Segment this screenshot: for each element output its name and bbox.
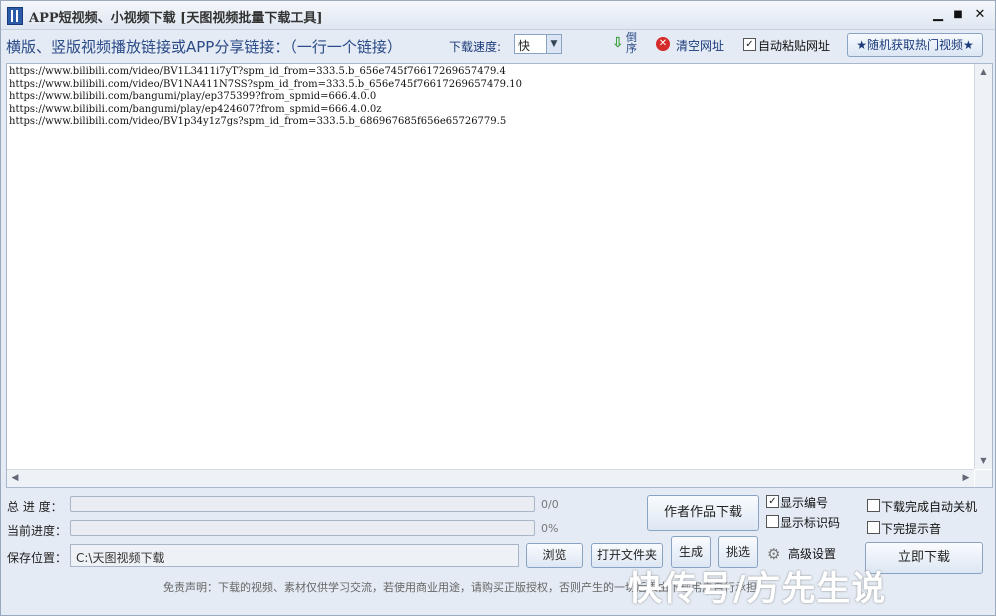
minimize-button[interactable]: ▁: [927, 5, 949, 25]
show-number-label: 显示编号: [780, 496, 829, 510]
scroll-left-icon[interactable]: ◀: [7, 470, 23, 487]
scroll-up-icon[interactable]: ▲: [975, 64, 992, 80]
clear-icon: ✕: [656, 37, 670, 51]
window-title: APP短视频、小视频下载 [天图视频批量下载工具]: [29, 11, 323, 26]
scrollbar-corner: [975, 470, 992, 487]
show-number-checkbox[interactable]: ✓: [766, 495, 779, 508]
advanced-settings-button[interactable]: 高级设置: [788, 545, 836, 562]
url-line: https://www.bilibili.com/video/BV1L3411i…: [9, 66, 506, 77]
maximize-button[interactable]: ■: [947, 5, 969, 25]
toolbar: 横版、竖版视频播放链接或APP分享链接：（一行一个链接） 下载速度: 快 ▼ ⇩…: [1, 31, 995, 59]
show-id-label: 显示标识码: [780, 516, 841, 530]
app-window: APP短视频、小视频下载 [天图视频批量下载工具] ▁ ■ ✕ 横版、竖版视频播…: [0, 0, 996, 616]
close-button[interactable]: ✕: [969, 5, 991, 25]
auto-shutdown-checkbox[interactable]: [867, 499, 880, 512]
scroll-down-icon[interactable]: ▼: [975, 453, 992, 469]
reverse-label: 倒序: [626, 31, 637, 55]
total-progress-text: 0/0: [541, 498, 559, 511]
input-hint-label: 横版、竖版视频播放链接或APP分享链接：（一行一个链接）: [6, 38, 402, 56]
save-path-field[interactable]: C:\天图视频下载: [70, 544, 519, 567]
speed-value: 快: [518, 39, 531, 53]
autopaste-label: 自动粘贴网址: [758, 39, 831, 53]
save-location-label: 保存位置：: [7, 551, 68, 565]
horizontal-scrollbar[interactable]: ◀ ▶: [7, 469, 974, 487]
watermark-text: 快传号/方先生说: [628, 569, 887, 609]
save-path-value: C:\天图视频下载: [76, 551, 165, 565]
url-line: https://www.bilibili.com/bangumi/play/ep…: [9, 91, 377, 102]
random-hot-videos-button[interactable]: ★随机获取热门视频★: [847, 33, 983, 57]
current-progress-label: 当前进度：: [7, 524, 68, 538]
total-progress-bar: [70, 496, 535, 512]
author-works-download-button[interactable]: 作者作品下载: [647, 495, 759, 531]
autopaste-checkbox[interactable]: ✓: [743, 38, 756, 51]
arrow-down-icon: ⇩: [612, 35, 624, 51]
total-progress-label: 总 进 度：: [7, 500, 63, 514]
app-logo-icon: [7, 7, 23, 25]
title-bar: APP短视频、小视频下载 [天图视频批量下载工具] ▁ ■ ✕: [1, 1, 995, 30]
speed-select[interactable]: 快 ▼: [514, 34, 562, 54]
url-textarea[interactable]: https://www.bilibili.com/video/BV1L3411i…: [6, 63, 993, 488]
current-progress-bar: [70, 520, 535, 536]
current-progress-text: 0%: [541, 522, 559, 535]
finish-sound-label: 下完提示音: [881, 522, 942, 536]
url-line: https://www.bilibili.com/video/BV1NA411N…: [9, 78, 522, 90]
chevron-down-icon[interactable]: ▼: [546, 35, 561, 53]
scroll-right-icon[interactable]: ▶: [958, 470, 974, 487]
clear-urls-label: 清空网址: [676, 39, 725, 53]
browse-button[interactable]: 浏览: [526, 543, 583, 568]
speed-label: 下载速度:: [449, 40, 502, 54]
auto-shutdown-label: 下载完成自动关机: [881, 500, 978, 514]
url-line: https://www.bilibili.com/video/BV1p34y1z…: [9, 116, 507, 127]
show-id-checkbox[interactable]: [766, 515, 779, 528]
finish-sound-checkbox[interactable]: [867, 521, 880, 534]
url-list: https://www.bilibili.com/video/BV1L3411i…: [9, 66, 969, 129]
url-line: https://www.bilibili.com/bangumi/play/ep…: [9, 103, 382, 115]
vertical-scrollbar[interactable]: ▲ ▼: [974, 64, 992, 469]
